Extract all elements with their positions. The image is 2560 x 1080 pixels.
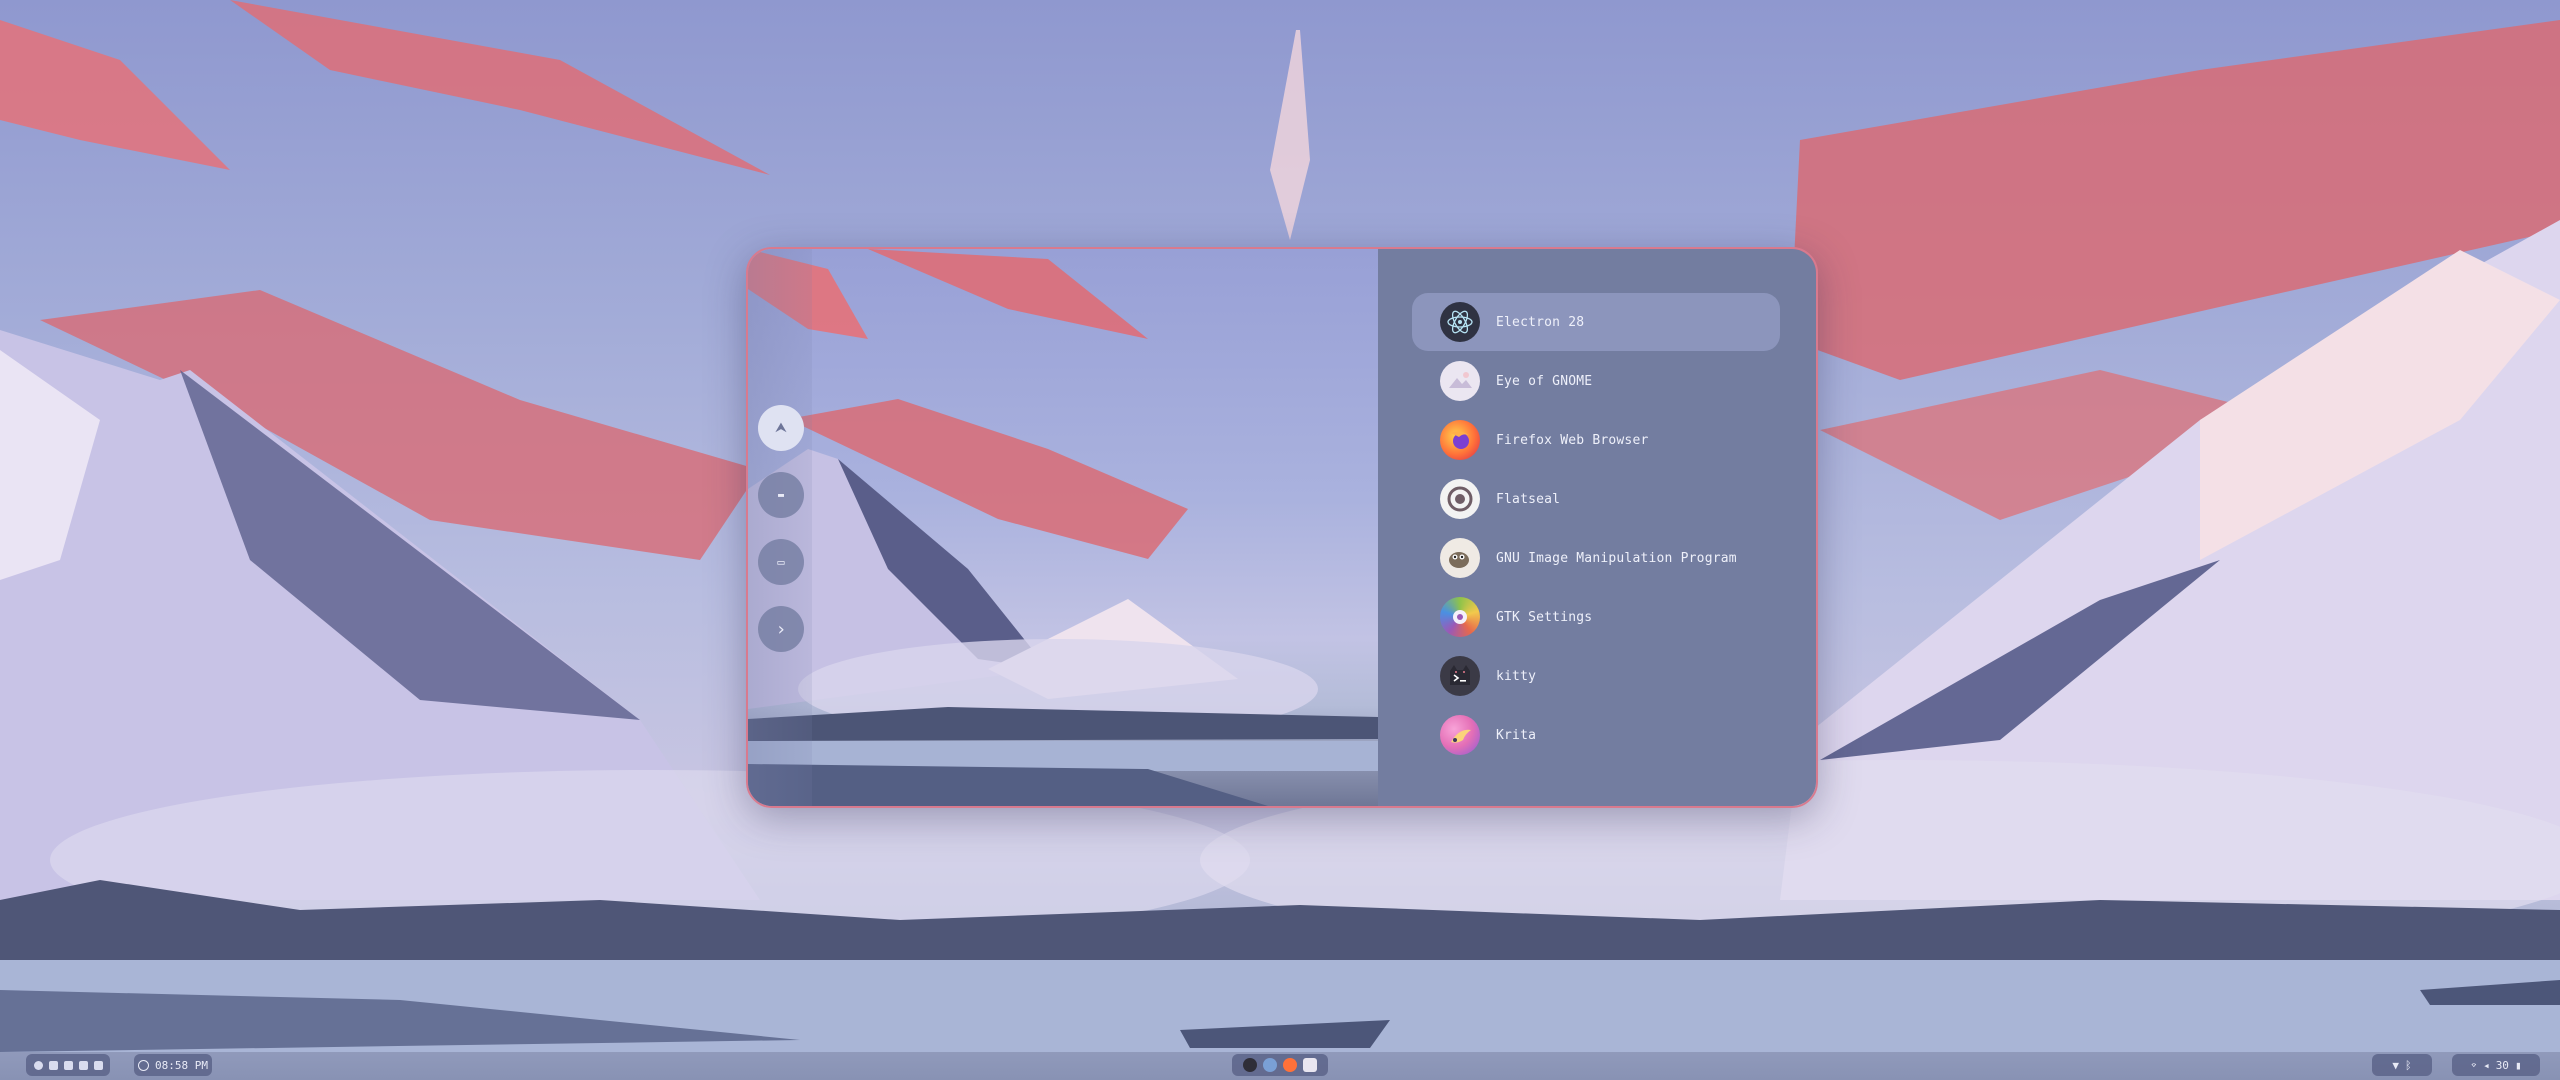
files-mode-button[interactable]: ▬ <box>758 472 804 518</box>
workspace-2-icon[interactable] <box>48 1060 58 1070</box>
apps-mode-button[interactable]: ⮝ <box>758 405 804 451</box>
list-item[interactable]: Krita <box>1412 706 1780 764</box>
network-icon: ⌔ <box>2470 1058 2478 1072</box>
krita-icon <box>1440 715 1480 755</box>
electron-dock-icon[interactable] <box>1263 1058 1277 1072</box>
volume-icon: ◂ <box>2483 1058 2490 1072</box>
workspace-5-icon[interactable] <box>93 1060 103 1070</box>
electron-icon <box>1440 302 1480 342</box>
gimp-icon <box>1440 538 1480 578</box>
clock-time: 08:58 PM <box>155 1058 208 1072</box>
wallpaper-preview: ⮝ ▬ ▭ › <box>748 249 1378 806</box>
status-indicators[interactable]: ⌔ ◂ 30 ▮ <box>2452 1054 2540 1076</box>
windows-mode-button[interactable]: ▭ <box>758 539 804 585</box>
clock-icon <box>138 1059 149 1071</box>
dock <box>1232 1054 1328 1076</box>
workspace-1-icon[interactable] <box>33 1060 43 1070</box>
list-item[interactable]: GTK Settings <box>1412 588 1780 646</box>
workspace-switcher[interactable] <box>26 1054 110 1076</box>
app-list: Electron 28 Eye of GNOME Firefox Web Bro… <box>1378 249 1816 806</box>
battery-icon: ▮ <box>2514 1058 2522 1072</box>
grid-icon: ⮝ <box>775 420 787 436</box>
list-item[interactable]: Eye of GNOME <box>1412 352 1780 410</box>
eye-of-gnome-icon <box>1440 361 1480 401</box>
workspace-4-icon[interactable] <box>78 1060 88 1070</box>
terminal-icon: › <box>775 618 787 640</box>
app-label: GTK Settings <box>1496 609 1593 625</box>
app-label: Krita <box>1496 727 1537 743</box>
list-item[interactable]: Flatseal <box>1412 470 1780 528</box>
list-item[interactable]: Firefox Web Browser <box>1412 411 1780 469</box>
app-label: kitty <box>1496 668 1537 684</box>
list-item[interactable]: Electron 28 <box>1412 293 1780 351</box>
files-dock-icon[interactable] <box>1303 1058 1317 1072</box>
workspace-3-icon[interactable] <box>63 1060 73 1070</box>
app-label: GNU Image Manipulation Program <box>1496 550 1737 566</box>
bluetooth-icon[interactable]: ᛒ <box>2405 1059 2412 1072</box>
list-item[interactable]: kitty <box>1412 647 1780 705</box>
volume-level: 30 <box>2495 1058 2509 1072</box>
app-label: Electron 28 <box>1496 314 1585 330</box>
run-mode-button[interactable]: › <box>758 606 804 652</box>
launcher-mode-rail: ⮝ ▬ ▭ › <box>748 249 812 806</box>
kitty-icon <box>1440 656 1480 696</box>
list-item[interactable]: GNU Image Manipulation Program <box>1412 529 1780 587</box>
app-label: Eye of GNOME <box>1496 373 1593 389</box>
flatseal-icon <box>1440 479 1480 519</box>
firefox-dock-icon[interactable] <box>1283 1058 1297 1072</box>
clock[interactable]: 08:58 PM <box>134 1054 212 1076</box>
taskbar: 08:58 PM ▼ ᛒ ⌔ ◂ 30 ▮ <box>0 1052 2560 1080</box>
gtk-settings-icon <box>1440 597 1480 637</box>
folder-icon: ▬ <box>777 489 785 501</box>
kitty-dock-icon[interactable] <box>1243 1058 1257 1072</box>
system-tray[interactable]: ▼ ᛒ <box>2372 1054 2432 1076</box>
app-label: Firefox Web Browser <box>1496 432 1649 448</box>
window-icon: ▭ <box>777 555 785 569</box>
app-label: Flatseal <box>1496 491 1561 507</box>
app-launcher: ⮝ ▬ ▭ › Electron 28 Eye of GNOME Firefox… <box>746 247 1818 808</box>
wifi-icon[interactable]: ▼ <box>2392 1059 2399 1072</box>
firefox-icon <box>1440 420 1480 460</box>
